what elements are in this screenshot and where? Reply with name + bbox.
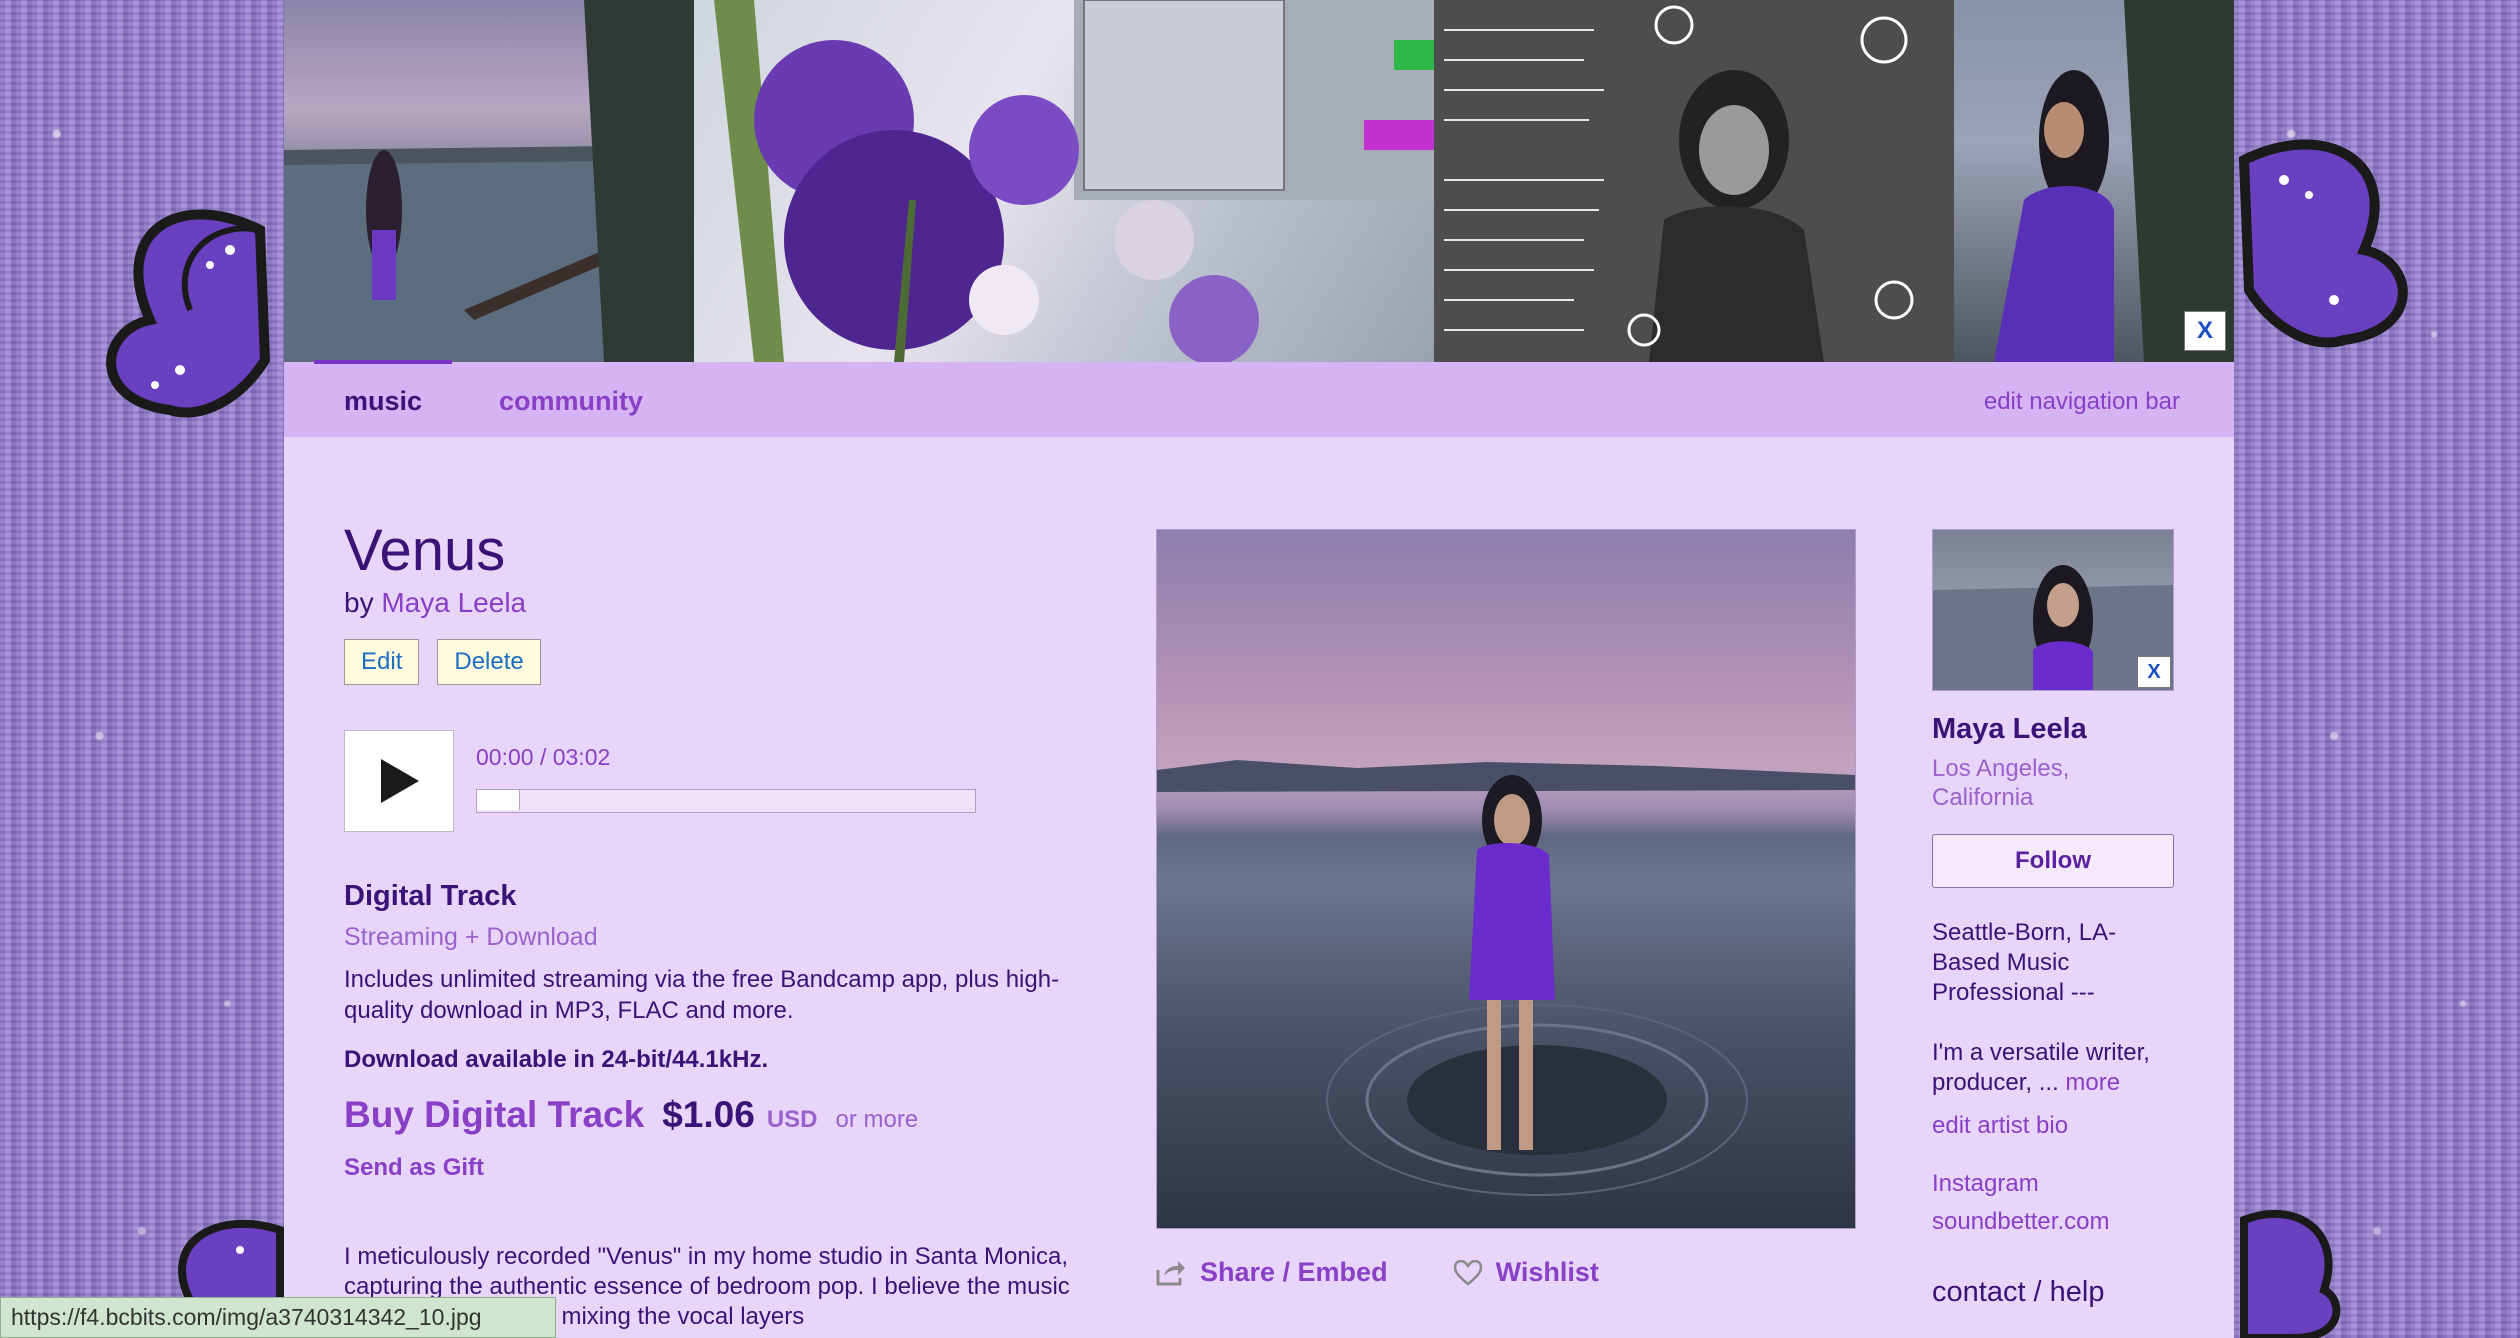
track-info-column: Venus by Maya Leela Edit Delete 00:00 / … (344, 517, 1084, 1332)
currency: USD (766, 1106, 818, 1133)
wishlist-button[interactable]: Wishlist (1453, 1257, 1599, 1288)
banner-close-button[interactable]: X (2184, 311, 2226, 351)
banner-photo-shore-portrait (1954, 0, 2234, 362)
admin-buttons: Edit Delete (344, 639, 1084, 685)
digital-track-description: Includes unlimited streaming via the fre… (344, 966, 1060, 1024)
byline: by Maya Leela (344, 587, 1084, 619)
progress-thumb[interactable] (477, 790, 520, 810)
share-embed-label: Share / Embed (1200, 1257, 1388, 1287)
album-art[interactable] (1156, 529, 1856, 1229)
or-more-link[interactable]: or more (835, 1106, 918, 1134)
byline-prefix: by (344, 587, 374, 618)
player-controls: 00:00 / 03:02 (476, 744, 976, 813)
artist-photo[interactable]: X (1932, 529, 2174, 691)
header-banner: X (284, 0, 2234, 362)
tab-community[interactable]: community (499, 386, 643, 417)
audio-player: 00:00 / 03:02 (344, 730, 1084, 832)
banner-photo-lyrics (1434, 0, 1954, 362)
album-art-column: Share / Embed Wishlist (1156, 529, 1856, 1288)
heart-icon (1453, 1259, 1482, 1286)
butterfly-right-bottom-icon (2240, 1209, 2341, 1338)
band-page: X music community edit navigation bar Ve… (284, 0, 2234, 1338)
artist-sidebar: X Maya Leela Los Angeles, California Fol… (1932, 529, 2174, 1309)
artist-location: Los Angeles, California (1932, 755, 2070, 811)
playback-time: 00:00 / 03:02 (476, 744, 611, 770)
edit-button[interactable]: Edit (344, 639, 420, 685)
download-bitrate-note: Download available in 24-bit/44.1kHz. (344, 1046, 769, 1073)
progress-bar[interactable] (476, 789, 976, 813)
delete-button[interactable]: Delete (437, 639, 541, 685)
buy-row: Buy Digital Track $1.06 USD or more (344, 1094, 1084, 1136)
artist-bio: Seattle-Born, LA-Based Music Professiona… (1932, 918, 2174, 1098)
digital-track-subheading: Streaming + Download (344, 923, 598, 951)
butterfly-left-icon (106, 209, 271, 418)
artist-link[interactable]: Maya Leela (381, 587, 526, 618)
play-button[interactable] (344, 730, 454, 832)
navigation-bar: music community edit navigation bar (284, 360, 2234, 437)
status-bar-url: https://f4.bcbits.com/img/a3740314342_10… (0, 1297, 556, 1338)
artist-photo-close-button[interactable]: X (2137, 656, 2171, 688)
bio-line-2-wrap: I'm a versatile writer, producer, ... mo… (1932, 1038, 2174, 1098)
buy-digital-track-link[interactable]: Buy Digital Track (344, 1094, 644, 1136)
edit-artist-bio-link[interactable]: edit artist bio (1932, 1112, 2174, 1140)
play-icon (381, 759, 419, 803)
bio-more-link[interactable]: more (2065, 1069, 2120, 1096)
price: $1.06 (662, 1094, 755, 1135)
butterfly-right-icon (2238, 139, 2408, 348)
banner-photo-flowers (694, 0, 1434, 362)
instagram-link[interactable]: Instagram (1932, 1170, 2174, 1198)
send-as-gift-link[interactable]: Send as Gift (344, 1154, 1084, 1182)
album-art-actions: Share / Embed Wishlist (1156, 1257, 1856, 1288)
digital-track-heading: Digital Track (344, 880, 517, 912)
contact-help-link[interactable]: contact / help (1932, 1276, 2174, 1309)
tab-music[interactable]: music (313, 360, 453, 417)
share-embed-button[interactable]: Share / Embed (1156, 1257, 1388, 1288)
soundbetter-link[interactable]: soundbetter.com (1932, 1208, 2174, 1236)
edit-navigation-bar-link[interactable]: edit navigation bar (1984, 388, 2180, 416)
banner-photo-lakeshore (284, 0, 694, 362)
bio-line-1: Seattle-Born, LA-Based Music Professiona… (1932, 919, 2117, 1006)
share-icon (1156, 1260, 1186, 1286)
wishlist-label: Wishlist (1495, 1257, 1599, 1287)
follow-button[interactable]: Follow (1932, 834, 2174, 888)
artist-name: Maya Leela (1932, 713, 2087, 745)
track-title: Venus (344, 518, 506, 583)
